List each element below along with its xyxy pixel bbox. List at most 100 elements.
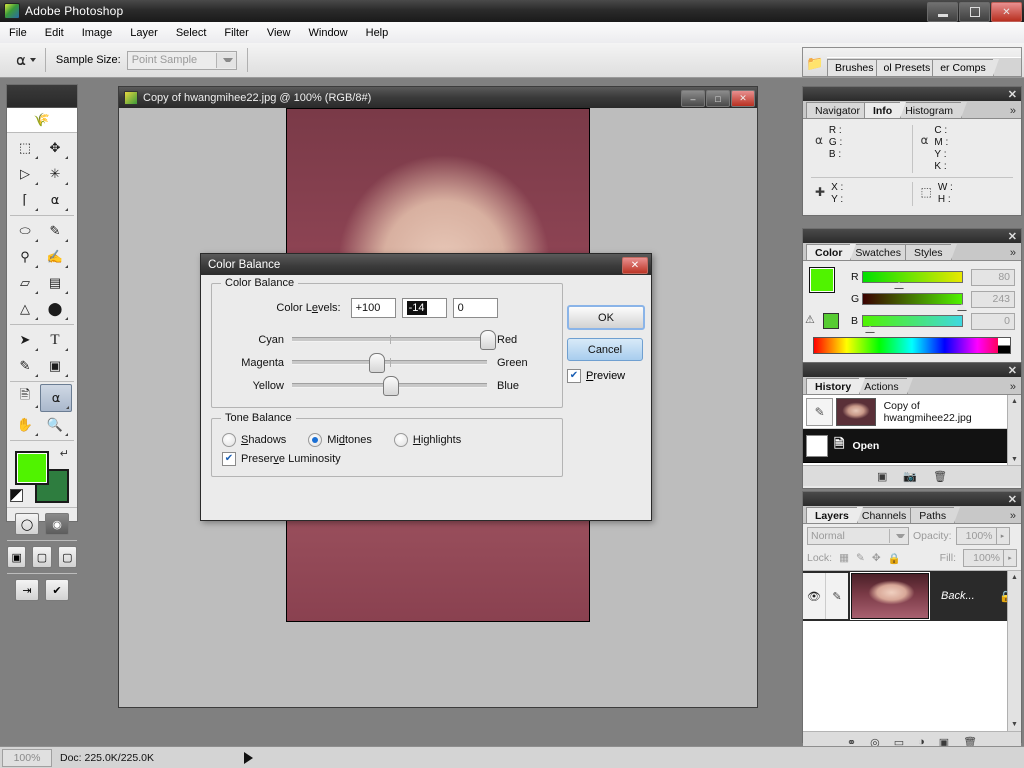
marquee-tool[interactable]: ⬚ (10, 135, 40, 161)
magenta-green-level-input[interactable]: -14 (401, 298, 447, 318)
info-panel-drag-handle[interactable]: ✕ (803, 87, 1021, 101)
crop-tool[interactable]: ⌈ (10, 187, 40, 213)
gamut-warning-swatch[interactable] (823, 313, 839, 329)
document-restore-button[interactable]: □ (706, 90, 730, 107)
clone-stamp-tool[interactable]: ⚲ (10, 244, 40, 270)
zoom-level-field[interactable]: 100% (2, 748, 52, 767)
panel-menu-icon[interactable]: » (1010, 381, 1016, 393)
history-panel-drag-handle[interactable]: ✕ (803, 363, 1021, 377)
lock-all-icon[interactable]: 🔒 (888, 552, 901, 565)
r-value[interactable]: 80 (971, 268, 1016, 286)
scroll-up-icon[interactable]: ▲ (1008, 571, 1021, 584)
lock-image-icon[interactable]: ✎ (856, 552, 865, 564)
menu-file[interactable]: File (0, 25, 36, 41)
healing-brush-tool[interactable]: ⬭ (10, 218, 40, 244)
current-tool-preset-picker[interactable]: ⍺ (16, 48, 46, 72)
gradient-tool[interactable]: ▤ (40, 270, 70, 296)
opacity-value[interactable]: 100% (955, 527, 997, 545)
r-slider-knob[interactable] (893, 282, 904, 288)
highlights-radio[interactable]: Highlights (393, 433, 461, 447)
standard-mask-mode[interactable]: ◯ (15, 513, 39, 535)
magenta-green-slider[interactable] (292, 353, 487, 373)
brush-tool[interactable]: ✎ (40, 218, 70, 244)
opacity-stepper[interactable]: ▸ (996, 527, 1010, 545)
yellow-blue-slider[interactable] (292, 376, 487, 396)
sample-size-select[interactable]: Point Sample (126, 50, 237, 70)
jump-to-imageready-button[interactable]: ⇥ (15, 579, 39, 601)
tab-history[interactable]: History (806, 378, 866, 394)
g-slider[interactable] (862, 293, 968, 310)
full-screen-menubar-mode[interactable]: ▢ (32, 546, 52, 568)
close-button[interactable]: ✕ (991, 2, 1022, 22)
document-title-bar[interactable]: Copy of hwangmihee22.jpg @ 100% (RGB/8#)… (119, 87, 757, 108)
menu-help[interactable]: Help (357, 25, 398, 41)
close-icon[interactable]: ✕ (1008, 493, 1017, 506)
tab-info[interactable]: Info (863, 102, 907, 118)
menu-window[interactable]: Window (300, 25, 357, 41)
midtones-radio[interactable]: Midtones (308, 433, 372, 447)
zoom-tool[interactable]: 🔍 (40, 412, 70, 438)
close-icon[interactable]: ✕ (1008, 230, 1017, 243)
blend-mode-select[interactable]: Normal (807, 527, 909, 545)
well-tab-layer-comps[interactable]: er Comps (932, 59, 999, 76)
dialog-close-button[interactable]: ✕ (622, 257, 648, 274)
yellow-blue-slider-knob[interactable] (382, 376, 399, 396)
panel-menu-icon[interactable]: » (1010, 510, 1016, 522)
history-scrollbar[interactable]: ▲ ▼ (1007, 395, 1021, 466)
cyan-red-slider[interactable] (292, 330, 496, 350)
lasso-tool[interactable]: ▷ (10, 161, 40, 187)
full-screen-mode[interactable]: ▢ (57, 546, 77, 568)
tab-layers[interactable]: Layers (806, 507, 863, 523)
check-tool-button[interactable]: ✔ (45, 579, 69, 601)
history-brush-tool[interactable]: ✍ (40, 244, 70, 270)
fill-stepper[interactable]: ▸ (1004, 549, 1017, 567)
history-row-snapshot[interactable]: ✎ Copy of hwangmihee22.jpg (803, 395, 1008, 429)
tab-paths[interactable]: Paths (910, 507, 960, 523)
default-colors-icon[interactable] (10, 489, 23, 502)
color-panel-foreground-swatch[interactable] (809, 267, 835, 293)
new-snapshot-button[interactable]: 📷 (903, 470, 917, 483)
hand-tool[interactable]: ✋ (10, 412, 40, 438)
lock-position-icon[interactable]: ✥ (872, 552, 881, 564)
panel-menu-icon[interactable]: » (1010, 247, 1016, 259)
document-minimize-button[interactable]: – (681, 90, 705, 107)
menu-view[interactable]: View (258, 25, 300, 41)
ok-button[interactable]: OK (567, 305, 645, 330)
tab-color[interactable]: Color (806, 244, 857, 260)
eraser-tool[interactable]: ▱ (10, 270, 40, 296)
chevron-down-icon[interactable] (215, 52, 236, 68)
cancel-button[interactable]: Cancel (567, 338, 643, 361)
folder-icon[interactable]: 📁 (803, 50, 827, 76)
type-tool[interactable]: T (40, 327, 70, 353)
standard-screen-mode[interactable]: ▣ (7, 546, 27, 568)
toolbox-drag-handle[interactable] (7, 85, 77, 108)
scroll-down-icon[interactable]: ▼ (1008, 718, 1021, 731)
magenta-green-slider-knob[interactable] (368, 353, 385, 373)
brush-icon[interactable]: ✎ (826, 573, 848, 619)
eyedropper-tool[interactable]: ⍺ (40, 384, 72, 412)
document-close-button[interactable]: ✕ (731, 90, 755, 107)
fill-value[interactable]: 100% (963, 549, 1004, 567)
layers-scrollbar[interactable]: ▲ ▼ (1007, 571, 1021, 731)
foreground-color-swatch[interactable] (15, 451, 49, 485)
status-expand-arrow[interactable] (243, 751, 253, 764)
chevron-down-icon[interactable] (29, 58, 36, 62)
menu-image[interactable]: Image (73, 25, 122, 41)
tab-navigator[interactable]: Navigator (806, 102, 874, 118)
cyan-red-slider-knob[interactable] (480, 330, 496, 350)
shape-tool[interactable]: ▣ (40, 353, 70, 379)
cyan-red-level-input[interactable]: +100 (350, 298, 396, 318)
magic-wand-tool[interactable]: ✳ (40, 161, 70, 187)
scroll-up-icon[interactable]: ▲ (1008, 395, 1021, 408)
restore-button[interactable] (959, 2, 990, 22)
lock-transparency-icon[interactable]: ▦ (839, 552, 849, 564)
preserve-luminosity-checkbox[interactable]: ✔ Preserve Luminosity (222, 452, 552, 466)
menu-layer[interactable]: Layer (121, 25, 167, 41)
slice-tool[interactable]: ⍺ (40, 187, 70, 213)
color-panel-drag-handle[interactable]: ✕ (803, 229, 1021, 243)
b-value[interactable]: 0 (971, 312, 1016, 330)
layers-panel-drag-handle[interactable]: ✕ (803, 492, 1021, 506)
minimize-button[interactable] (927, 2, 958, 22)
eye-icon[interactable]: 👁 (803, 573, 826, 619)
close-icon[interactable]: ✕ (1008, 364, 1017, 377)
